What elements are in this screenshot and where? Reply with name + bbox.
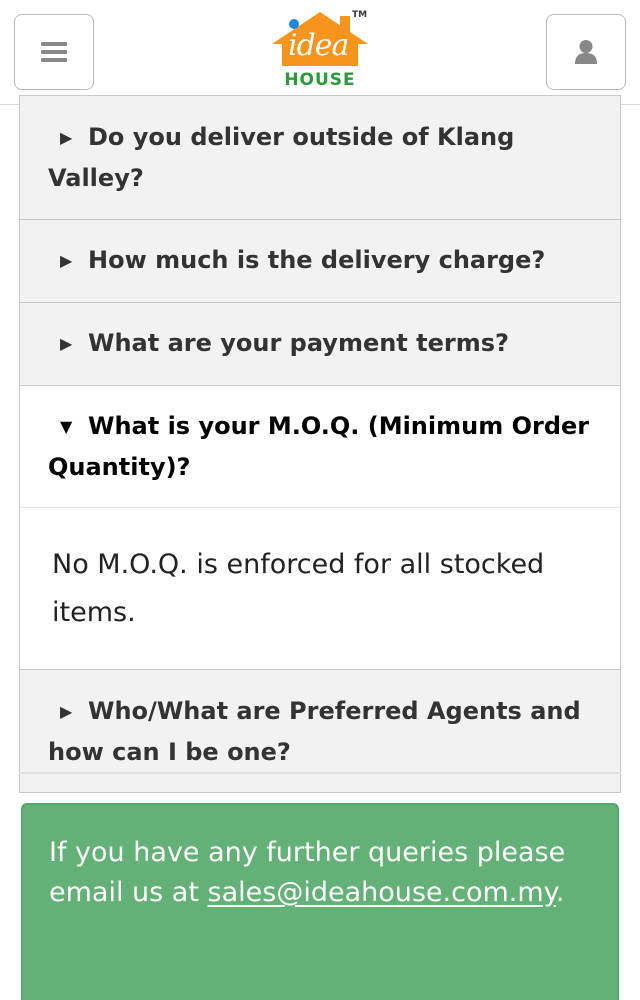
faq-item: ▶ What are your payment terms?: [20, 302, 620, 385]
caret-right-icon: ▶: [60, 334, 73, 353]
caret-down-icon: ▼: [60, 417, 73, 436]
logo-trademark: TM: [352, 10, 368, 20]
faq-question-text: What are your payment terms?: [88, 329, 509, 357]
faq-question-text: Do you deliver outside of Klang Valley?: [48, 123, 515, 192]
faq-accordion: ▶ Do you deliver outside of Klang Valley?…: [19, 95, 621, 793]
faq-question-text: What is your M.O.Q. (Minimum Order Quant…: [48, 412, 590, 481]
contact-info-box: If you have any further queries please e…: [21, 803, 619, 1000]
user-icon: [575, 40, 597, 64]
faq-question-text: How much is the delivery charge?: [88, 246, 546, 274]
faq-question-text: Who/What are Preferred Agents and how ca…: [48, 697, 581, 766]
logo-word-house: HOUSE: [284, 70, 356, 90]
contact-email-link[interactable]: sales@ideahouse.com.my: [208, 877, 556, 908]
caret-right-icon: ▶: [60, 702, 73, 721]
contact-text-end: .: [555, 877, 565, 908]
menu-button[interactable]: [14, 14, 94, 90]
user-account-button[interactable]: [546, 14, 626, 90]
section-divider: [19, 772, 621, 774]
faq-question-delivery-charge[interactable]: ▶ How much is the delivery charge?: [20, 220, 620, 302]
faq-item: ▶ How much is the delivery charge?: [20, 219, 620, 302]
idea-house-logo[interactable]: idea TM HOUSE: [270, 8, 372, 92]
caret-right-icon: ▶: [60, 128, 73, 147]
hamburger-menu-icon: [41, 42, 67, 62]
faq-question-delivery-outside[interactable]: ▶ Do you deliver outside of Klang Valley?: [20, 96, 620, 219]
faq-item-expanded: ▼ What is your M.O.Q. (Minimum Order Quan…: [20, 385, 620, 669]
faq-question-payment-terms[interactable]: ▶ What are your payment terms?: [20, 303, 620, 385]
site-header: idea TM HOUSE: [0, 0, 640, 105]
faq-answer-moq: No M.O.Q. is enforced for all stocked it…: [20, 507, 620, 669]
faq-question-moq[interactable]: ▼ What is your M.O.Q. (Minimum Order Quan…: [20, 386, 620, 507]
logo-word-idea: idea: [288, 28, 349, 63]
faq-item: ▶ Do you deliver outside of Klang Valley?: [20, 95, 620, 219]
caret-right-icon: ▶: [60, 251, 73, 270]
